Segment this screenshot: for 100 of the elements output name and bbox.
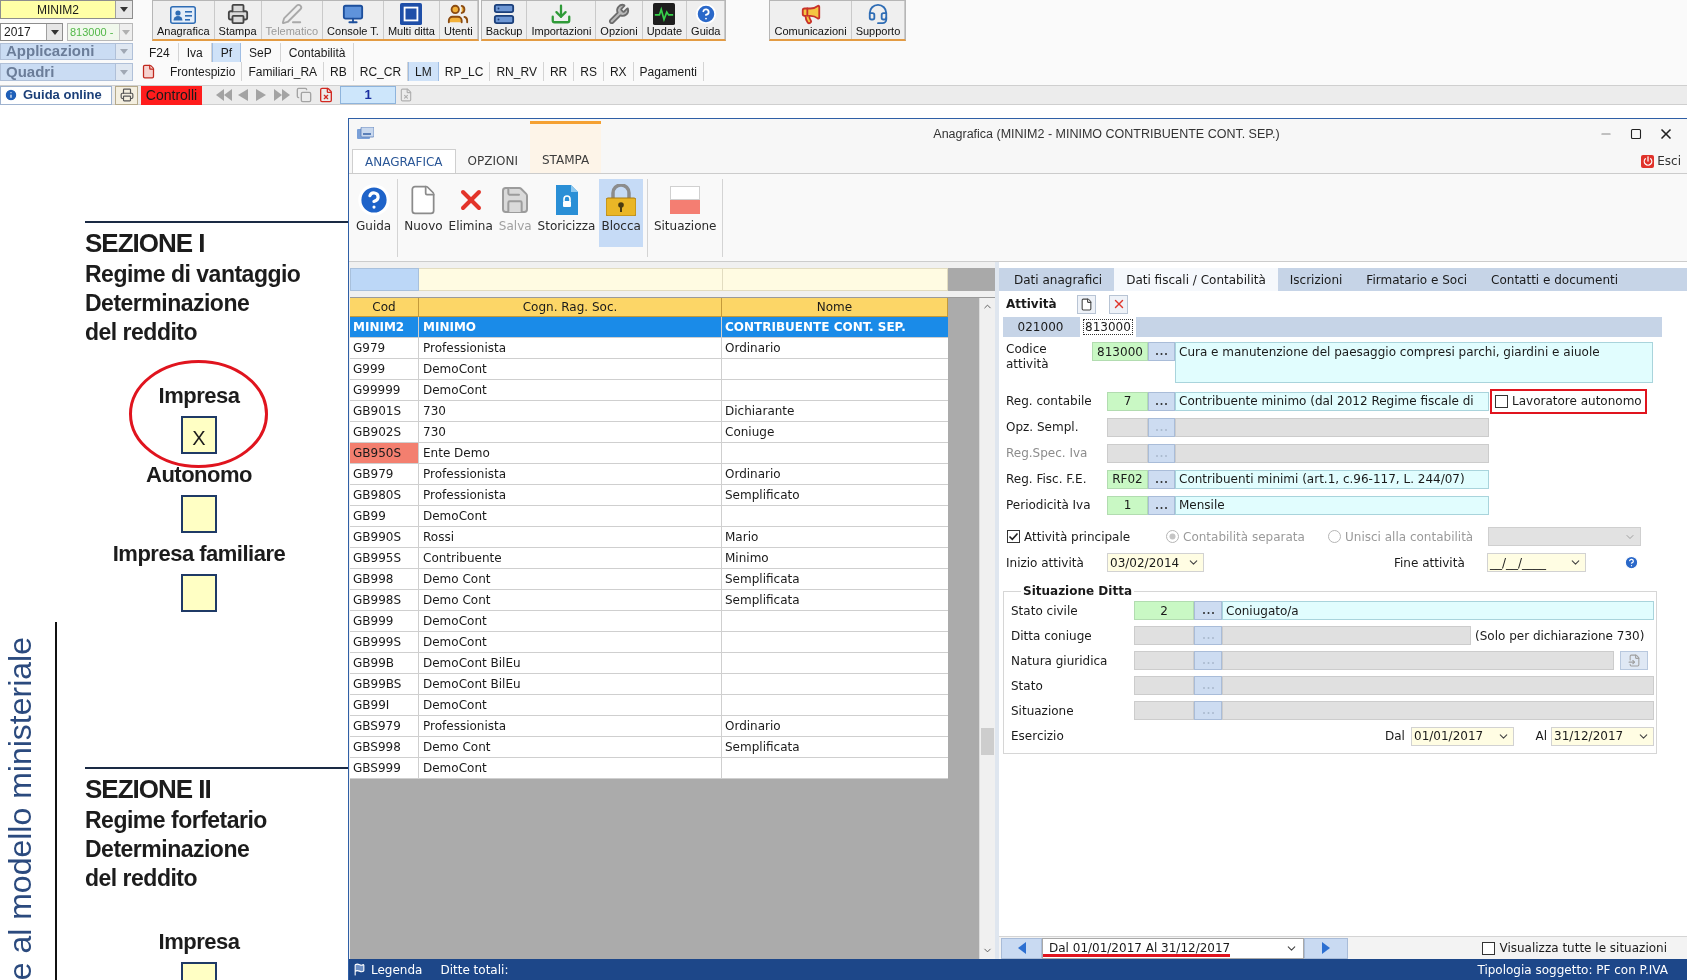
form-tab[interactable]: RP_LC — [438, 62, 491, 81]
date-field[interactable]: 01/01/2017 — [1411, 726, 1514, 746]
ribbon-tab[interactable]: OPZIONI — [455, 149, 530, 173]
lookup-button[interactable] — [1194, 626, 1222, 645]
lookup-button[interactable] — [1148, 391, 1175, 411]
table-row[interactable]: G99999 DemoCont — [350, 380, 948, 401]
toolbar-button[interactable]: Anagrafica — [153, 1, 215, 39]
lookup-button[interactable] — [1148, 342, 1175, 361]
app-tab[interactable]: SeP — [241, 43, 281, 62]
toolbar-button[interactable]: Supporto — [851, 1, 906, 39]
lookup-button[interactable] — [1194, 676, 1222, 695]
new-button[interactable] — [1077, 294, 1096, 314]
scrollbar-thumb[interactable] — [981, 728, 994, 755]
exit-button[interactable]: Esci — [1641, 152, 1681, 170]
description-field[interactable] — [1222, 651, 1614, 670]
description-field[interactable] — [1222, 701, 1654, 720]
description-field[interactable]: Cura e manutenzione del paesaggio compresi parchi, giardini e aiuole — [1175, 342, 1653, 383]
filter-field[interactable] — [722, 268, 948, 291]
description-field[interactable] — [1222, 676, 1654, 695]
description-field[interactable] — [1175, 417, 1489, 437]
form-tab[interactable]: Familiari_RA — [242, 62, 325, 81]
table-row[interactable]: GB998 Demo Cont Semplificata — [350, 569, 948, 590]
ribbon-button[interactable]: Situazione — [651, 179, 719, 247]
checkbox[interactable]: Attività principale — [1007, 527, 1131, 546]
table-row[interactable]: GB990S Rossi Mario — [350, 527, 948, 548]
table-row[interactable]: GB999S DemoCont — [350, 632, 948, 653]
previous-page-button[interactable] — [238, 89, 248, 101]
checkbox[interactable]: Lavoratore autonomo — [1495, 392, 1642, 410]
form-tab[interactable]: Frontespizio — [164, 62, 243, 81]
date-field[interactable]: __/__/____ — [1487, 553, 1586, 572]
toolbar-button[interactable]: Backup — [481, 1, 528, 39]
print-button[interactable] — [115, 85, 138, 105]
lookup-button[interactable] — [1148, 495, 1175, 515]
filter-field[interactable] — [350, 268, 419, 291]
ribbon-button[interactable]: Guida — [354, 179, 394, 247]
table-row[interactable]: GBS999 DemoCont — [350, 758, 948, 779]
form-tab[interactable]: RB — [324, 62, 354, 81]
table-row[interactable]: GBS979 Professionista Ordinario — [350, 716, 948, 737]
code-field[interactable]: 813000 — [1092, 342, 1148, 361]
next-button[interactable] — [1304, 937, 1348, 959]
code-field[interactable]: RF02 — [1107, 469, 1148, 489]
last-page-button[interactable] — [274, 89, 290, 101]
ribbon-button[interactable]: Elimina — [446, 179, 495, 247]
detail-tab[interactable]: Dati fiscali / Contabilità — [1114, 268, 1278, 291]
table-row[interactable]: G999 DemoCont — [350, 359, 948, 380]
period-dropdown[interactable]: Dal 01/01/2017 Al 31/12/2017 — [1042, 937, 1304, 959]
column-header[interactable]: Cod — [350, 298, 419, 317]
table-row[interactable]: GB980S Professionista Semplificato — [350, 485, 948, 506]
table-row[interactable]: GB99 DemoCont — [350, 506, 948, 527]
table-row[interactable]: G979 Professionista Ordinario — [350, 338, 948, 359]
table-row[interactable]: MINIM2 MINIMO CONTRIBUENTE CONT. SEP. — [350, 317, 948, 338]
description-field[interactable] — [1222, 626, 1471, 645]
lookup-button[interactable] — [1194, 601, 1222, 620]
lookup-button[interactable] — [1148, 469, 1175, 489]
code-field[interactable]: 1 — [1107, 495, 1148, 515]
toolbar-button[interactable]: Comunicazioni — [770, 1, 852, 39]
table-row[interactable]: GB979 Professionista Ordinario — [350, 464, 948, 485]
delete-button[interactable] — [318, 87, 334, 103]
app-tab[interactable]: Pf — [211, 43, 242, 62]
description-field[interactable]: Mensile — [1175, 495, 1489, 515]
table-row[interactable]: GB99B DemoCont BilEu — [350, 653, 948, 674]
form-tab[interactable]: RS — [574, 62, 604, 81]
description-field[interactable]: Contribuenti minimi (art.1, c.96-117, L. 244/07) — [1175, 469, 1489, 489]
code-field[interactable]: 2 — [1134, 601, 1194, 620]
table-row[interactable]: GB99I DemoCont — [350, 695, 948, 716]
toolbar-button[interactable]: Console T. — [323, 1, 384, 39]
toolbar-button[interactable]: Importazioni — [527, 1, 597, 39]
description-field[interactable] — [1175, 443, 1489, 463]
filter-field[interactable] — [419, 268, 722, 291]
toolbar-button[interactable]: Guida — [687, 1, 726, 39]
activity-tab[interactable]: 021000 — [1003, 317, 1078, 337]
form-tab[interactable]: RR — [543, 62, 575, 81]
page-field[interactable]: 1 — [340, 86, 396, 104]
code-field[interactable] — [1107, 417, 1148, 437]
date-field[interactable]: 03/02/2014 — [1107, 553, 1204, 572]
code-field[interactable] — [1134, 651, 1194, 670]
year-dropdown[interactable]: 2017 — [0, 23, 63, 41]
date-field[interactable]: 31/12/2017 — [1551, 726, 1654, 746]
table-row[interactable]: GBS998 Demo Cont Semplificata — [350, 737, 948, 758]
form-tab[interactable]: RN_RV — [490, 62, 544, 81]
ribbon-button[interactable]: Storicizza — [535, 179, 598, 247]
column-header[interactable]: Nome — [722, 298, 948, 317]
table-row[interactable]: GB998S Demo Cont Semplificata — [350, 590, 948, 611]
checkbox[interactable]: Visualizza tutte le situazioni — [1482, 939, 1667, 957]
ribbon-tab[interactable]: STAMPA — [530, 121, 602, 173]
form-tab[interactable]: Pagamenti — [633, 62, 704, 81]
toolbar-button[interactable]: Stampa — [214, 1, 262, 39]
checkbox-field[interactable]: X — [181, 416, 217, 454]
next-page-button[interactable] — [256, 89, 266, 101]
ribbon-tab[interactable]: ANAGRAFICA — [352, 149, 456, 173]
copy-button[interactable] — [296, 87, 312, 103]
table-row[interactable]: GB902S 730 Coniuge — [350, 422, 948, 443]
help-button[interactable]: Guida online — [0, 85, 112, 105]
app-tab[interactable]: Contabilità — [280, 43, 355, 62]
code-field[interactable] — [1134, 626, 1194, 645]
lookup-button[interactable] — [1194, 701, 1222, 720]
checkbox-field[interactable] — [181, 574, 217, 612]
first-page-button[interactable] — [216, 89, 232, 101]
form-tab[interactable]: RX — [603, 62, 634, 81]
table-row[interactable]: GB950S Ente Demo — [350, 443, 948, 464]
